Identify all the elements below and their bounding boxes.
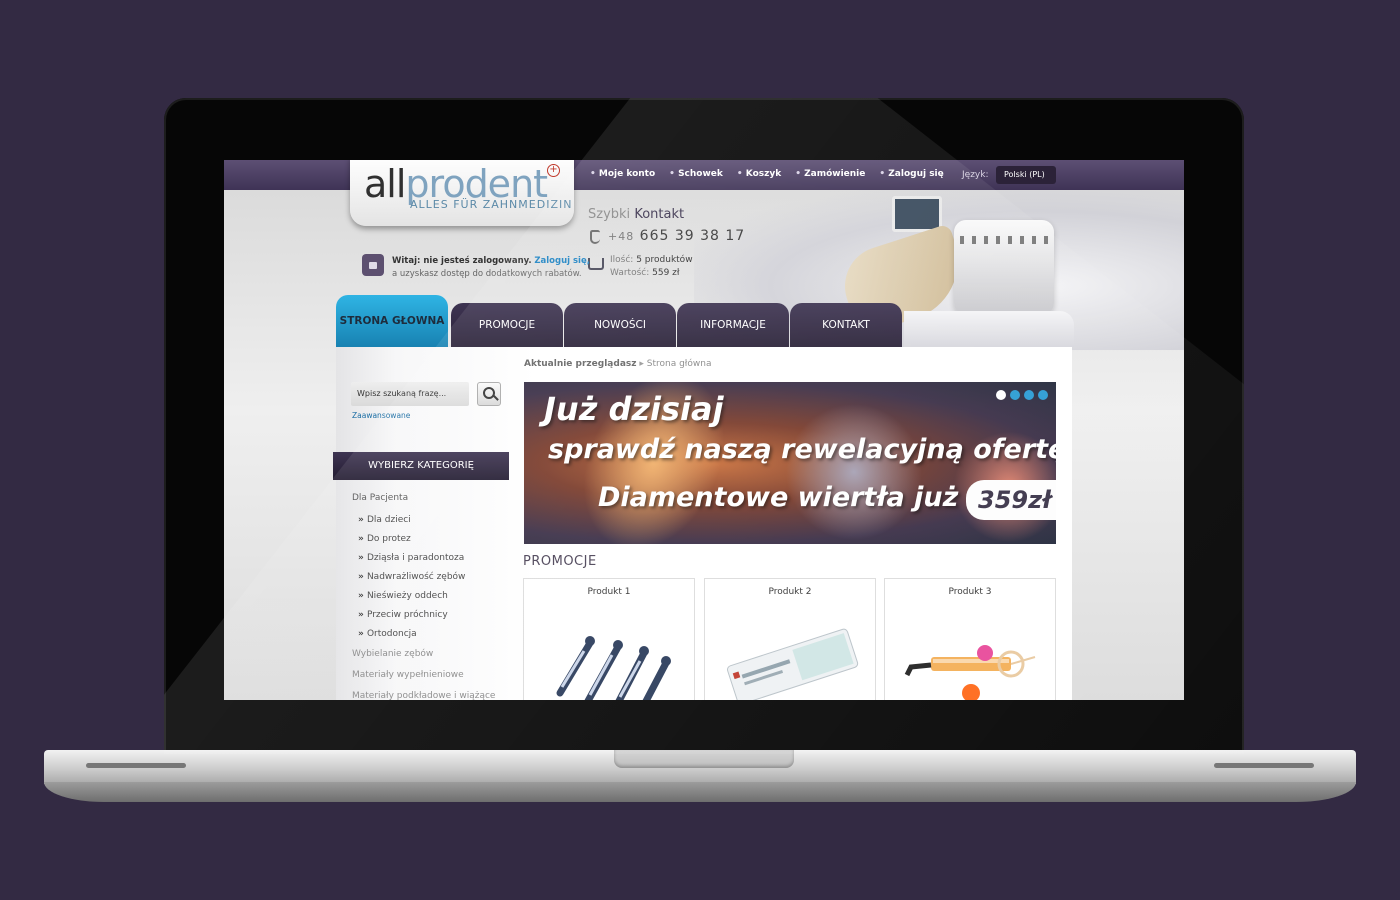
cart-icon[interactable] xyxy=(588,258,604,270)
category-nadwrazliwosc[interactable]: Nadwrażliwość zębów xyxy=(358,572,465,582)
login-benefit-note: a uzyskasz dostęp do dodatkowych rabatów… xyxy=(392,269,582,279)
nav-my-account[interactable]: Moje konto xyxy=(590,169,655,179)
category-materialy-wypelnieniowe[interactable]: Materiały wypełnieniowe xyxy=(352,670,464,680)
dental-unit-image xyxy=(954,220,1054,315)
product-image-syringe-orange[interactable] xyxy=(901,613,1041,700)
cart-qty-value: 5 produktów xyxy=(636,255,693,265)
product-name[interactable]: Produkt 2 xyxy=(705,587,875,597)
dental-monitor-image xyxy=(892,196,942,232)
category-materialy-podkladowe[interactable]: Materiały podkładowe i wiążące xyxy=(352,691,495,700)
logo[interactable]: allprodent ALLES FÜR ZAHNMEDIZIN + xyxy=(350,160,574,226)
banner-bg-light xyxy=(774,392,934,544)
nav-cart[interactable]: Koszyk xyxy=(737,169,781,179)
laptop-base-edge xyxy=(44,782,1356,802)
tab-promotions[interactable]: PROMOCJE xyxy=(451,303,563,347)
tab-home[interactable]: STRONA GŁOWNA xyxy=(336,295,448,347)
cart-summary[interactable]: Ilość: 5 produktów Wartość: 559 zł xyxy=(610,254,693,280)
phone-digits: 665 39 38 17 xyxy=(639,228,746,244)
dental-tools-image xyxy=(960,236,1050,244)
logo-tagline: ALLES FÜR ZAHNMEDIZIN xyxy=(410,198,573,211)
category-oddech[interactable]: Nieświeży oddech xyxy=(358,591,448,601)
promotions-title: PROMOCJE xyxy=(523,554,597,569)
cart-qty-label: Ilość: xyxy=(610,255,634,265)
tab-contact[interactable]: KONTAKT xyxy=(790,303,902,347)
promo-banner[interactable]: Już dzisiaj sprawdź naszą rewelacyjną of… xyxy=(524,382,1056,544)
logo-cross-icon: + xyxy=(547,164,560,177)
banner-headline: Już dzisiaj xyxy=(544,390,724,428)
main-nav-tabs: STRONA GŁOWNA PROMOCJE NOWOŚCI INFORMACJ… xyxy=(336,295,1074,347)
category-dziasla[interactable]: Dziąsła i paradontoza xyxy=(358,553,464,563)
slider-dot-3[interactable] xyxy=(1024,390,1034,400)
language-label: Język: xyxy=(962,170,989,180)
website-screen: allprodent ALLES FÜR ZAHNMEDIZIN + Moje … xyxy=(224,160,1184,700)
logo-part-all: all xyxy=(364,162,406,206)
product-card[interactable]: Produkt 3 xyxy=(884,578,1056,700)
banner-price-badge: 359zł xyxy=(966,480,1056,520)
banner-subline: sprawdź naszą rewelacyjną ofertę: xyxy=(548,434,1056,465)
banner-offer: Diamentowe wiertła już od xyxy=(598,482,1006,513)
product-card[interactable]: Produkt 2 xyxy=(704,578,876,700)
quick-contact-title: Szybki Kontakt xyxy=(588,207,684,222)
nav-order[interactable]: Zamówienie xyxy=(795,169,865,179)
category-prochnica[interactable]: Przeciw próchnicy xyxy=(358,610,448,620)
breadcrumb-current[interactable]: Strona główna xyxy=(647,359,712,369)
lock-icon xyxy=(362,254,384,276)
quick-contact-title-a: Szybki xyxy=(588,207,631,222)
category-wybielanie[interactable]: Wybielanie zębów xyxy=(352,649,433,659)
login-link[interactable]: Zaloguj się, xyxy=(534,256,590,266)
product-card[interactable]: Produkt 1 xyxy=(523,578,695,700)
slider-dot-2[interactable] xyxy=(1010,390,1020,400)
nav-wishlist[interactable]: Schowek xyxy=(669,169,723,179)
category-dla-pacjenta[interactable]: Dla Pacjenta xyxy=(352,493,408,503)
quick-contact-title-b: Kontakt xyxy=(634,207,685,222)
phone-prefix: +48 xyxy=(608,230,635,243)
cart-value-value: 559 zł xyxy=(652,268,680,278)
tab-news[interactable]: NOWOŚCI xyxy=(564,303,676,347)
nav-login[interactable]: Zaloguj się xyxy=(879,169,943,179)
laptop-notch xyxy=(614,750,794,768)
product-name[interactable]: Produkt 1 xyxy=(524,587,694,597)
search-input[interactable]: Wpisz szukaną frazę... xyxy=(351,382,469,406)
slider-dot-4[interactable] xyxy=(1038,390,1048,400)
category-ortodoncja[interactable]: Ortodoncja xyxy=(358,629,417,639)
slider-dot-1[interactable] xyxy=(996,390,1006,400)
advanced-search-link[interactable]: Zaawansowane xyxy=(352,411,410,420)
search-button[interactable] xyxy=(477,382,501,406)
product-image-varnish-pack[interactable] xyxy=(721,613,861,700)
phone-number[interactable]: +48 665 39 38 17 xyxy=(608,228,745,244)
tab-information[interactable]: INFORMACJE xyxy=(677,303,789,347)
phone-icon xyxy=(590,230,600,244)
breadcrumb-label: Aktualnie przeglądasz xyxy=(524,359,637,369)
category-header: WYBIERZ KATEGORIĘ xyxy=(333,452,509,480)
laptop-foot-left xyxy=(86,763,186,768)
login-note: Witaj: nie jesteś zalogowany. Zaloguj si… xyxy=(392,255,590,281)
account-nav: Moje konto Schowek Koszyk Zamówienie Zal… xyxy=(590,169,944,179)
laptop-foot-right xyxy=(1214,763,1314,768)
slider-dots xyxy=(996,390,1048,400)
category-do-protez[interactable]: Do protez xyxy=(358,534,411,544)
product-name[interactable]: Produkt 3 xyxy=(885,587,1055,597)
category-dla-dzieci[interactable]: Dla dzieci xyxy=(358,515,411,525)
cart-value-label: Wartość: xyxy=(610,268,650,278)
breadcrumb: Aktualnie przeglądasz ▸ Strona główna xyxy=(524,359,711,369)
language-select[interactable]: Polski (PL) xyxy=(996,166,1056,184)
product-image-syringes[interactable] xyxy=(540,613,680,700)
breadcrumb-arrow-icon: ▸ xyxy=(639,359,644,369)
login-greeting: Witaj: nie jesteś zalogowany. xyxy=(392,256,532,266)
tab-bar-end xyxy=(904,311,1074,347)
